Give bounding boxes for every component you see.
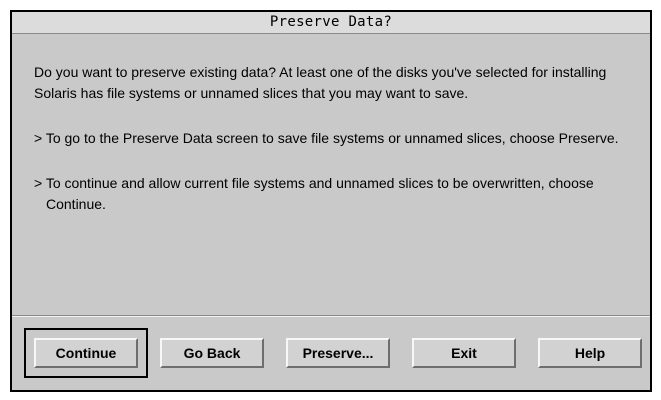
continue-option-text: > To continue and allow current file sys… (34, 175, 594, 212)
intro-text: Do you want to preserve existing data? A… (34, 64, 607, 101)
go-back-button[interactable]: Go Back (160, 338, 264, 368)
exit-button[interactable]: Exit (412, 338, 516, 368)
preserve-button[interactable]: Preserve... (286, 338, 390, 368)
button-separator (12, 315, 650, 317)
dialog-title: Preserve Data? (269, 14, 393, 30)
preserve-data-dialog: Preserve Data? Do you want to preserve e… (10, 10, 652, 392)
dialog-message: Do you want to preserve existing data? A… (34, 62, 634, 239)
dialog-button-row: Continue Go Back Preserve... Exit Help (12, 328, 650, 388)
continue-button[interactable]: Continue (34, 338, 138, 368)
preserve-option-text: > To go to the Preserve Data screen to s… (34, 130, 619, 146)
help-button[interactable]: Help (538, 338, 642, 368)
dialog-title-bar[interactable]: Preserve Data? (12, 12, 650, 34)
